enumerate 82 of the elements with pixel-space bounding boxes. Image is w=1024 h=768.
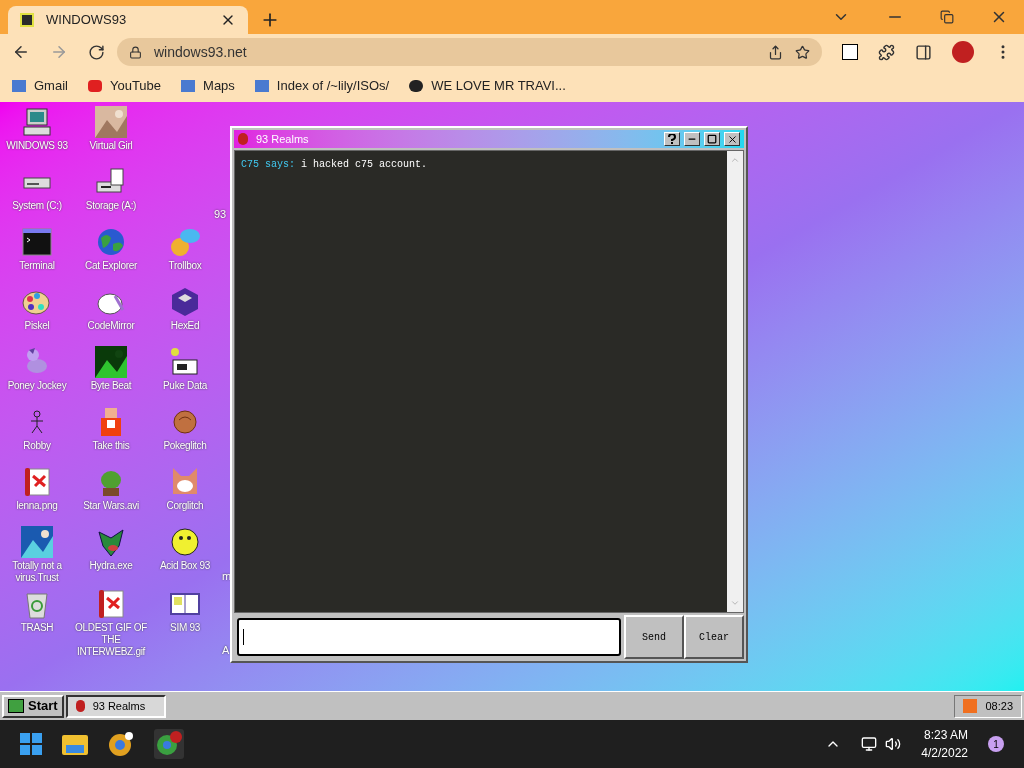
- bookmark[interactable]: Maps: [181, 76, 235, 96]
- notification-badge[interactable]: 1: [988, 736, 1004, 752]
- app-icon: [238, 133, 248, 145]
- desktop-icon[interactable]: Take this: [74, 406, 148, 466]
- start-button[interactable]: Start: [2, 694, 64, 718]
- desktop-icon[interactable]: Robby: [0, 406, 74, 466]
- icon-label: m: [222, 570, 232, 582]
- desktop-icon[interactable]: Terminal: [0, 226, 74, 286]
- terminal-icon: [21, 226, 53, 258]
- share-icon[interactable]: [768, 44, 783, 60]
- desktop-icon[interactable]: Poney Jockey: [0, 346, 74, 406]
- clear-button[interactable]: Clear: [684, 615, 744, 659]
- cube-icon: [169, 286, 201, 318]
- folder-icon[interactable]: [62, 733, 88, 755]
- icon-label: 93: [214, 208, 227, 220]
- bookmark-favicon-icon: [254, 80, 269, 92]
- desktop-icon[interactable]: Totally not a virus.Trust: [0, 526, 74, 588]
- desktop-icon[interactable]: WINDOWS 93: [0, 106, 74, 166]
- desktop-icon[interactable]: Trollbox: [148, 226, 222, 286]
- desktop-icon[interactable]: lenna.png: [0, 466, 74, 526]
- browser-icon[interactable]: [108, 731, 134, 757]
- desktop-icon[interactable]: Piskel: [0, 286, 74, 346]
- maximize-icon: [707, 134, 717, 144]
- chat-message: C75 says: i hacked c75 account.: [241, 158, 429, 172]
- desktop-icon[interactable]: HexEd: [148, 286, 222, 346]
- globe-icon: [95, 226, 127, 258]
- close-button[interactable]: [724, 132, 740, 146]
- windows-logo-icon[interactable]: [20, 733, 42, 755]
- network-icon[interactable]: [861, 736, 878, 752]
- back-icon[interactable]: [12, 43, 30, 61]
- bookmark-favicon-icon: [12, 80, 26, 92]
- app-icon: [75, 700, 85, 712]
- message-input[interactable]: [237, 618, 621, 656]
- help-button[interactable]: [664, 132, 680, 146]
- browser-tab[interactable]: WINDOWS93: [8, 6, 248, 34]
- desktop-icon[interactable]: OLDEST GIF OF THE INTERWEBZ.gif: [74, 588, 148, 662]
- desktop-icon[interactable]: Cat Explorer: [74, 226, 148, 286]
- bookmark-favicon-icon: [87, 80, 102, 92]
- bookmark[interactable]: Index of /~lily/ISOs/: [254, 76, 390, 96]
- tray-clock: 08:23: [985, 698, 1013, 714]
- desktop-icon[interactable]: Puke Data: [148, 346, 222, 406]
- desktop-icon[interactable]: Acid Box 93: [148, 526, 222, 588]
- computer-icon: [21, 106, 53, 138]
- desktop-icon[interactable]: Storage (A:): [74, 166, 148, 226]
- profile-avatar[interactable]: [952, 41, 974, 63]
- minimize-button[interactable]: [684, 132, 700, 146]
- chat-bubble-icon: [169, 226, 201, 258]
- task-button[interactable]: 93 Realms: [65, 694, 166, 718]
- extensions-icon[interactable]: [878, 43, 895, 61]
- bookmark-favicon-icon: [409, 80, 424, 92]
- desktop-icon[interactable]: CodeMirror: [74, 286, 148, 346]
- send-button[interactable]: Send: [624, 615, 684, 659]
- maximize-button[interactable]: [704, 132, 720, 146]
- text-caret: [243, 629, 244, 645]
- desktop-icon[interactable]: Corglitch: [148, 466, 222, 526]
- bookmark[interactable]: Gmail: [12, 76, 68, 96]
- reload-icon[interactable]: [88, 43, 105, 61]
- bookmark[interactable]: WE LOVE MR TRAVI...: [409, 76, 566, 96]
- bookmark-favicon-icon: [181, 80, 196, 92]
- start-logo-icon: [8, 699, 24, 713]
- bookmark-star-icon[interactable]: [795, 44, 810, 60]
- lock-icon: [129, 45, 142, 59]
- desktop-icon[interactable]: Pokeglitch: [148, 406, 222, 466]
- desktop-icon[interactable]: Star Wars.avi: [74, 466, 148, 526]
- smiley-icon: [169, 526, 201, 558]
- tab-favicon-icon: [20, 13, 34, 27]
- close-icon: [726, 133, 738, 145]
- desktop-icon[interactable]: SIM 93: [148, 588, 222, 662]
- desktop-icon[interactable]: Hydra.exe: [74, 526, 148, 588]
- side-panel-icon[interactable]: [915, 43, 932, 61]
- desktop-icon[interactable]: Virtual Girl: [74, 106, 148, 166]
- question-icon: [668, 134, 676, 144]
- desktop-icon[interactable]: TRASH: [0, 588, 74, 662]
- bookmark[interactable]: YouTube: [87, 76, 162, 96]
- icon-label: A: [222, 644, 230, 656]
- window-title: 93 Realms: [256, 131, 310, 147]
- desktop-icon[interactable]: Byte Beat: [74, 346, 148, 406]
- clock[interactable]: 8:23 AM 4/2/2022: [921, 726, 968, 762]
- volume-icon[interactable]: [885, 736, 902, 752]
- restore-icon[interactable]: [940, 10, 954, 24]
- desktop-icon[interactable]: System (C:): [0, 166, 74, 226]
- address-bar[interactable]: windows93.net: [117, 38, 822, 66]
